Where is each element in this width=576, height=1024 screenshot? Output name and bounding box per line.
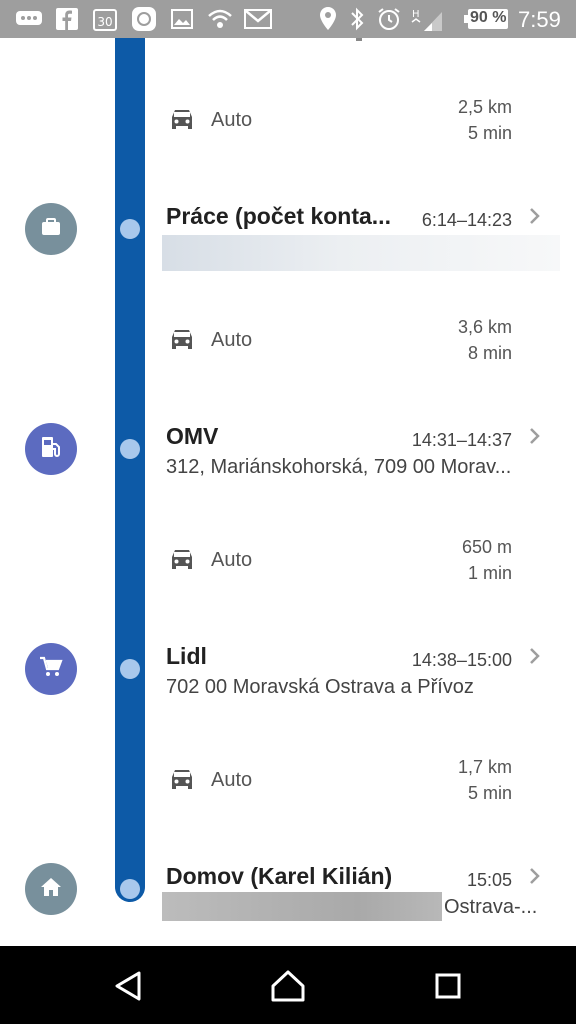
place-time: 14:31–14:37 [411,430,512,450]
chat-bubble-icon [14,7,44,31]
place-name: OMV [166,423,219,449]
timeline-dot [120,439,140,459]
clock: 7:59 [518,7,561,32]
alarm-icon [376,7,402,31]
navigation-bar [0,946,576,1024]
car-icon [168,107,196,138]
timeline-rail [115,38,145,902]
gas-station-icon [40,435,62,464]
briefcase-icon [41,217,61,241]
place-name: Lidl [166,643,207,669]
chevron-right-icon [528,426,542,451]
place-address: 312, Mariánskohorská, 709 00 Morav... [166,456,512,478]
timeline-dot [120,659,140,679]
transit-duration: 1 min [467,563,512,583]
battery-percent: 90 % [470,9,507,26]
chevron-right-icon [528,646,542,671]
calendar-icon: 30 [92,7,118,31]
recents-button[interactable] [428,968,468,1004]
home-button[interactable] [268,968,308,1004]
place-name: Domov (Karel Kilián) [166,863,393,889]
transit-distance: 650 m [461,537,512,557]
back-triangle-icon [115,971,141,1001]
place-icon-circle [25,863,77,915]
svg-text:30: 30 [97,15,112,29]
bluetooth-icon [348,7,366,31]
gallery-icon [170,7,194,31]
place-time: 14:38–15:00 [411,650,512,670]
transit-distance: 2,5 km [457,97,512,117]
place-time: 6:14–14:23 [421,210,512,230]
timeline-dot [120,219,140,239]
blurred-address [162,235,560,271]
transit-mode: Auto [211,329,253,351]
recents-square-icon [435,973,461,999]
facebook-icon [56,7,78,31]
mi-app-icon [130,7,158,31]
timeline-dot [120,879,140,899]
scroll-fragment [356,38,362,41]
transit-distance: 1,7 km [457,757,512,777]
place-icon-circle [25,423,77,475]
location-pin-icon [318,7,338,31]
home-nav-icon [271,970,305,1002]
transit-duration: 8 min [467,343,512,363]
transit-distance: 3,6 km [457,317,512,337]
place-icon-circle [25,203,77,255]
transit-mode: Auto [211,769,253,791]
transit-duration: 5 min [467,783,512,803]
shopping-cart-icon [39,655,63,684]
back-button[interactable] [108,968,148,1004]
place-icon-circle [25,643,77,695]
data-h-icon: H [410,7,444,31]
place-address: Ostrava-... [444,896,538,918]
chevron-right-icon [528,206,542,231]
blurred-address [162,892,442,921]
car-icon [168,327,196,358]
place-name: Práce (počet konta... [166,203,391,229]
car-icon [168,547,196,578]
transit-mode: Auto [211,549,253,571]
car-icon [168,767,196,798]
chevron-right-icon [528,866,542,891]
status-bar: 30 H 90 % 7:59 [0,0,576,38]
gmail-icon [244,7,272,31]
transit-duration: 5 min [467,123,512,143]
home-icon [40,877,62,902]
place-address: 702 00 Moravská Ostrava a Přívoz [166,676,474,698]
wifi-signal-icon [206,7,234,31]
place-time: 15:05 [466,870,512,890]
transit-mode: Auto [211,109,253,131]
